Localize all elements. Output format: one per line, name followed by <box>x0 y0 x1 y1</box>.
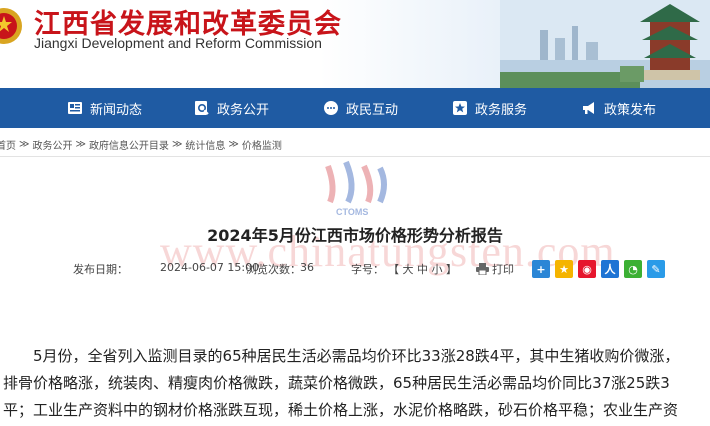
site-subtitle: Jiangxi Development and Reform Commissio… <box>34 35 322 51</box>
breadcrumb-separator: ≫ <box>228 138 239 150</box>
chat-icon <box>322 99 340 117</box>
nav-item-news[interactable]: 新闻动态 <box>66 88 142 128</box>
ctoms-watermark-logo: CTOMS <box>325 160 387 217</box>
print-button[interactable]: 打印 <box>476 261 514 277</box>
nav-item-interaction[interactable]: 政民互动 <box>322 88 398 128</box>
divider <box>0 156 710 157</box>
breadcrumb-statistics[interactable]: 统计信息 <box>185 137 225 152</box>
paragraph-line: 排骨价格略涨，统装肉、精瘦肉价格微跌，蔬菜价格微跌，65种居民生活必需品均价同比… <box>3 374 670 392</box>
weibo-icon[interactable]: ◉ <box>578 260 596 278</box>
printer-icon <box>476 263 489 275</box>
plus-share-icon[interactable]: + <box>532 260 550 278</box>
star-badge-icon <box>451 99 469 117</box>
breadcrumb-price-monitoring[interactable]: 价格监测 <box>242 137 282 152</box>
qzone-star-icon[interactable]: ★ <box>555 260 573 278</box>
breadcrumb-home[interactable]: 首页 <box>0 137 16 152</box>
font-size-label: 字号： <box>351 263 384 276</box>
breadcrumb-separator: ≫ <box>75 138 86 150</box>
nav-label: 政民互动 <box>346 102 399 118</box>
article-title: 2024年5月份江西市场价格形势分析报告 <box>207 226 503 245</box>
search-document-icon <box>193 99 211 117</box>
wechat-icon[interactable]: ◔ <box>624 260 642 278</box>
nav-label: 政务服务 <box>475 102 528 118</box>
breadcrumb: 首页 ≫ 政务公开 ≫ 政府信息公开目录 ≫ 统计信息 ≫ 价格监测 <box>0 133 710 155</box>
share-bar: + ★ ◉ 人 ◔ ✎ <box>532 260 670 278</box>
article-body: 5月份，全省列入监测目录的65种居民生活必需品均价环比33涨28跌4平，其中生猪… <box>0 343 710 424</box>
edit-share-icon[interactable]: ✎ <box>647 260 665 278</box>
views-count: 36 <box>300 261 314 274</box>
breadcrumb-separator: ≫ <box>171 138 183 150</box>
breadcrumb-separator: ≫ <box>19 138 30 150</box>
font-size-selector[interactable]: 【 大 中 小 】 <box>388 261 457 277</box>
nav-label: 政策发布 <box>604 102 657 118</box>
print-label: 打印 <box>492 263 514 276</box>
newspaper-icon <box>66 99 84 117</box>
site-header: 江西省发展和改革委员会 Jiangxi Development and Refo… <box>0 0 710 88</box>
nav-item-policy[interactable]: 政策发布 <box>580 88 656 128</box>
watermark-logo-text: CTOMS <box>336 207 368 217</box>
publish-date-label: 发布日期： <box>73 263 128 276</box>
breadcrumb-gov-affairs[interactable]: 政务公开 <box>32 137 72 152</box>
paragraph-line: 平；工业生产资料中的钢材价格涨跌互现，稀土价格上涨，水泥价格略跌，砂石价格平稳；… <box>3 401 679 419</box>
national-emblem-icon <box>0 8 22 44</box>
publish-date: 2024-06-07 15:00 <box>160 261 260 274</box>
main-nav: 新闻动态 政务公开 政民互动 政务服务 政策发布 <box>0 88 710 128</box>
nav-label: 新闻动态 <box>90 102 143 118</box>
paragraph-line: 5月份，全省列入监测目录的65种居民生活必需品均价环比33涨28跌4平，其中生猪… <box>33 347 680 365</box>
megaphone-icon <box>580 99 598 117</box>
nav-label: 政务公开 <box>217 102 270 118</box>
pavilion-skyline-image <box>500 0 710 88</box>
renren-icon[interactable]: 人 <box>601 260 619 278</box>
nav-item-gov-affairs[interactable]: 政务公开 <box>193 88 269 128</box>
views-label: 浏览次数： <box>246 263 301 276</box>
nav-item-services[interactable]: 政务服务 <box>451 88 527 128</box>
breadcrumb-info-catalog[interactable]: 政府信息公开目录 <box>89 137 169 152</box>
